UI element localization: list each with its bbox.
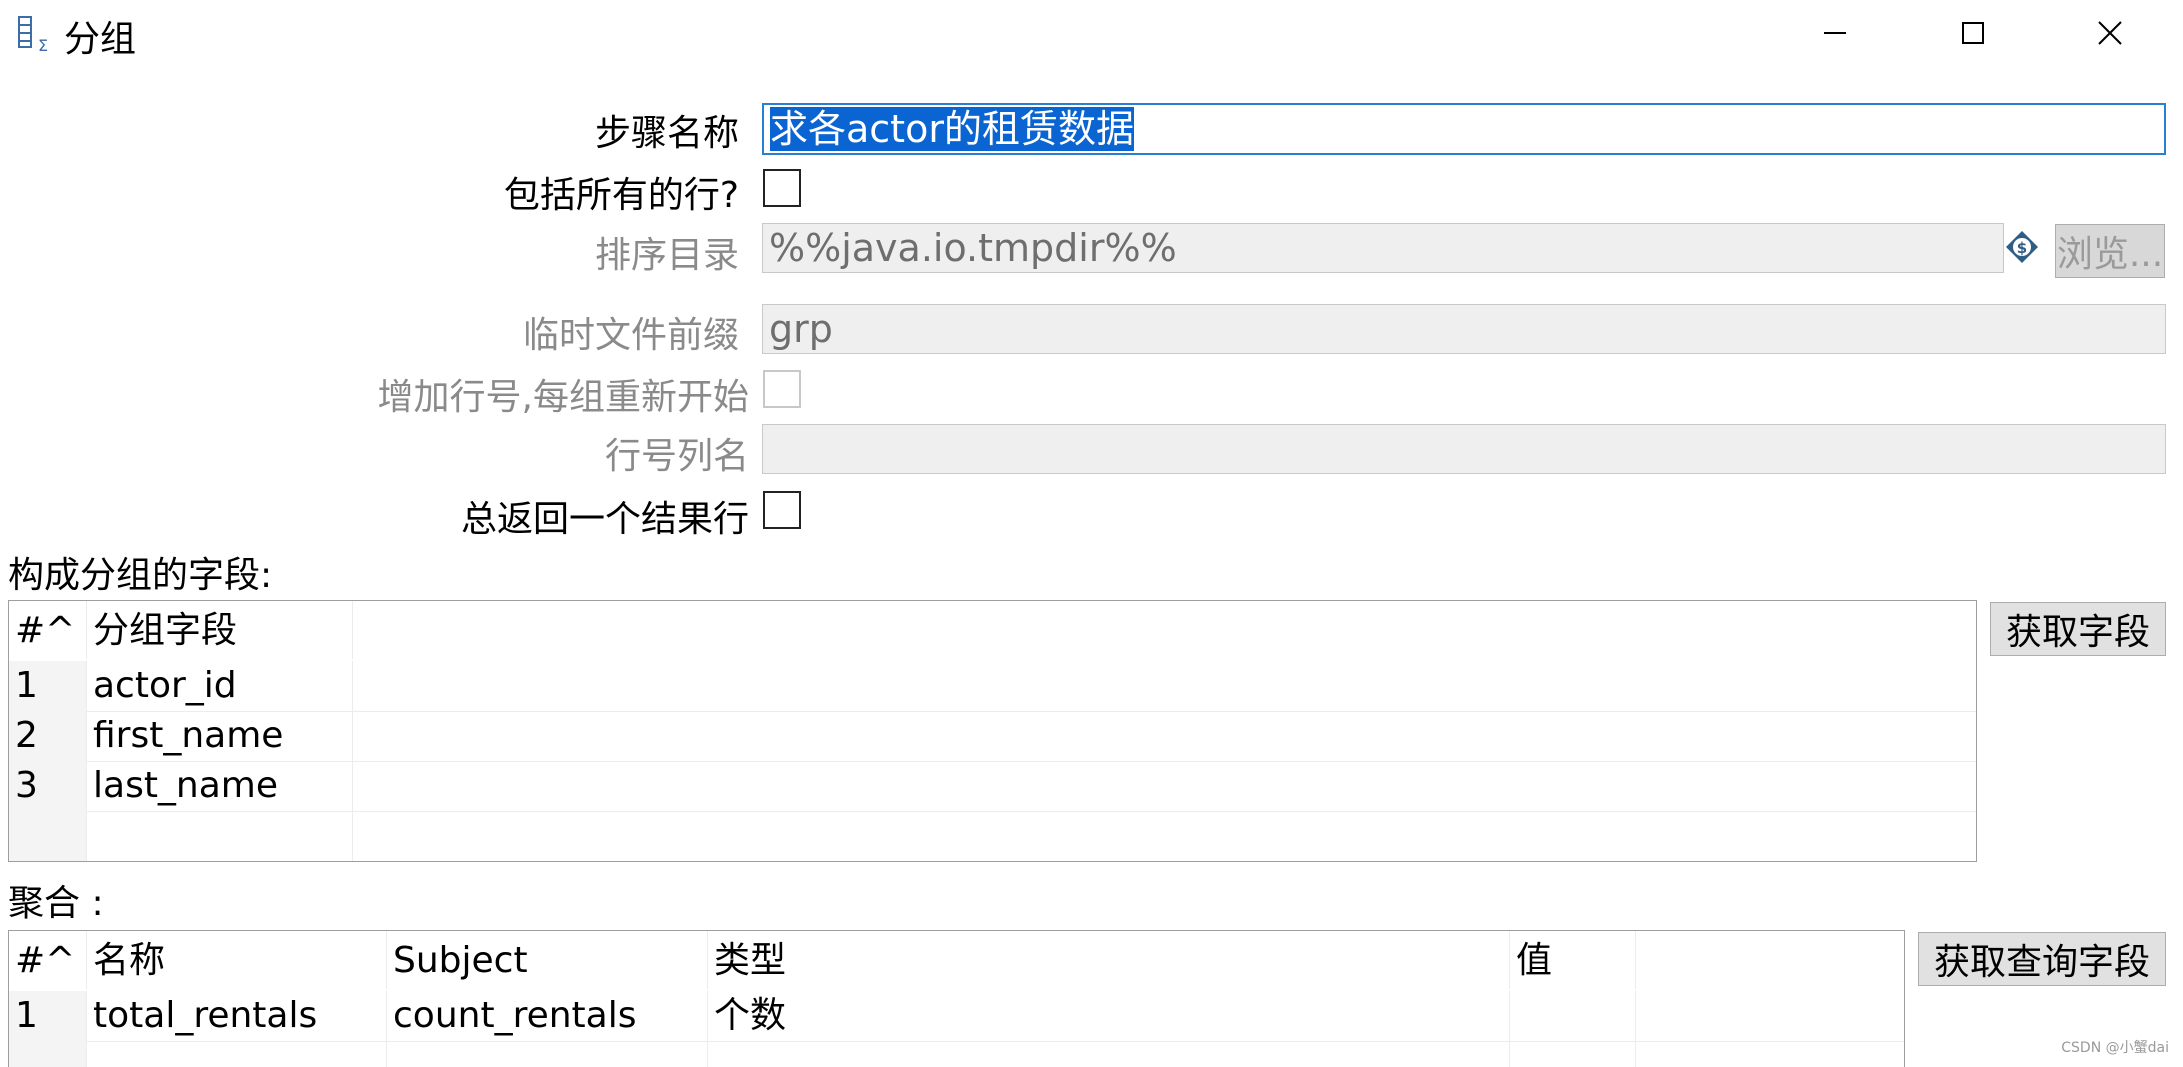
include-all-rows-checkbox[interactable] xyxy=(763,169,801,207)
sort-dir-label: 排序目录 xyxy=(594,235,739,276)
group-fields-title: 构成分组的字段: xyxy=(8,555,273,596)
always-one-row-label: 总返回一个结果行 xyxy=(460,499,749,540)
table-header: #^ 名称 Subject 类型 值 xyxy=(9,931,1904,989)
table-row[interactable]: 3 last_name xyxy=(9,761,1976,812)
column-header-value[interactable]: 值 xyxy=(1510,931,1636,989)
get-fields-button[interactable]: 获取字段 xyxy=(1990,602,2166,656)
column-header-num[interactable]: #^ xyxy=(9,931,87,989)
svg-text:$: $ xyxy=(2017,239,2027,257)
row-number: 3 xyxy=(9,761,87,811)
aggregation-title: 聚合 : xyxy=(8,883,104,924)
aggregation-table[interactable]: #^ 名称 Subject 类型 值 1 total_rentals count… xyxy=(8,930,1905,1067)
include-all-rows-label: 包括所有的行? xyxy=(503,175,739,216)
line-number-field-label: 行号列名 xyxy=(604,436,749,477)
row-number: 2 xyxy=(9,711,87,761)
add-line-number-label: 增加行号,每组重新开始 xyxy=(377,377,749,418)
group-field-cell[interactable]: last_name xyxy=(87,761,353,811)
table-row-empty[interactable] xyxy=(9,1041,1904,1067)
group-field-cell[interactable]: actor_id xyxy=(87,661,353,711)
group-field-cell[interactable]: first_name xyxy=(87,711,353,761)
get-lookup-fields-button[interactable]: 获取查询字段 xyxy=(1918,932,2166,986)
column-header-subject[interactable]: Subject xyxy=(387,931,708,989)
table-row[interactable]: 1 actor_id xyxy=(9,661,1976,712)
row-number: 1 xyxy=(9,661,87,711)
table-row[interactable]: 2 first_name xyxy=(9,711,1976,762)
table-row-empty[interactable] xyxy=(9,811,1976,861)
row-number xyxy=(9,1041,87,1067)
maximize-button[interactable] xyxy=(1913,0,2033,66)
window-title: 分组 xyxy=(64,19,137,60)
step-name-selected-text: 求各actor的租赁数据 xyxy=(770,107,1134,151)
agg-value-cell[interactable] xyxy=(1510,1041,1636,1067)
browse-button[interactable]: 浏览... xyxy=(2055,224,2165,278)
step-name-input[interactable]: 求各actor的租赁数据 xyxy=(762,103,2166,155)
agg-name-cell[interactable]: total_rentals xyxy=(87,991,387,1041)
tmp-prefix-input[interactable]: grp xyxy=(762,304,2166,354)
agg-name-cell[interactable] xyxy=(87,1041,387,1067)
svg-text:Σ: Σ xyxy=(38,36,48,54)
line-number-field-input[interactable] xyxy=(762,424,2166,474)
row-number xyxy=(9,811,87,861)
agg-subject-cell[interactable]: count_rentals xyxy=(387,991,708,1041)
table-header: #^ 分组字段 xyxy=(9,601,1976,659)
agg-type-cell[interactable]: 个数 xyxy=(708,991,1510,1041)
row-number: 1 xyxy=(9,991,87,1041)
tmp-prefix-label: 临时文件前缀 xyxy=(522,315,739,356)
always-one-row-checkbox[interactable] xyxy=(763,491,801,529)
minimize-button[interactable] xyxy=(1775,0,1895,66)
close-icon xyxy=(2098,21,2122,45)
watermark: CSDN @小蟹dai xyxy=(2061,1040,2169,1056)
minimize-icon xyxy=(1824,32,1846,34)
column-header-name[interactable]: 名称 xyxy=(87,931,387,989)
table-row[interactable]: 1 total_rentals count_rentals 个数 xyxy=(9,991,1904,1042)
window-icon: Σ xyxy=(16,14,56,55)
column-header-num[interactable]: #^ xyxy=(9,601,87,659)
add-line-number-checbox[interactable] xyxy=(763,370,801,408)
close-button[interactable] xyxy=(2050,0,2170,66)
group-fields-table[interactable]: #^ 分组字段 1 actor_id 2 first_name 3 last_n… xyxy=(8,600,1977,862)
agg-subject-cell[interactable] xyxy=(387,1041,708,1067)
column-header-type[interactable]: 类型 xyxy=(708,931,1510,989)
sort-dir-input[interactable]: %%java.io.tmpdir%% xyxy=(762,223,2004,273)
group-field-cell[interactable] xyxy=(87,811,353,861)
maximize-icon xyxy=(1962,22,1984,44)
dollar-variable-icon[interactable]: $ xyxy=(2004,229,2040,265)
agg-value-cell[interactable] xyxy=(1510,991,1636,1041)
agg-type-cell[interactable] xyxy=(708,1041,1510,1067)
step-name-label: 步骤名称 xyxy=(594,113,739,154)
column-header-group-field[interactable]: 分组字段 xyxy=(87,601,353,659)
